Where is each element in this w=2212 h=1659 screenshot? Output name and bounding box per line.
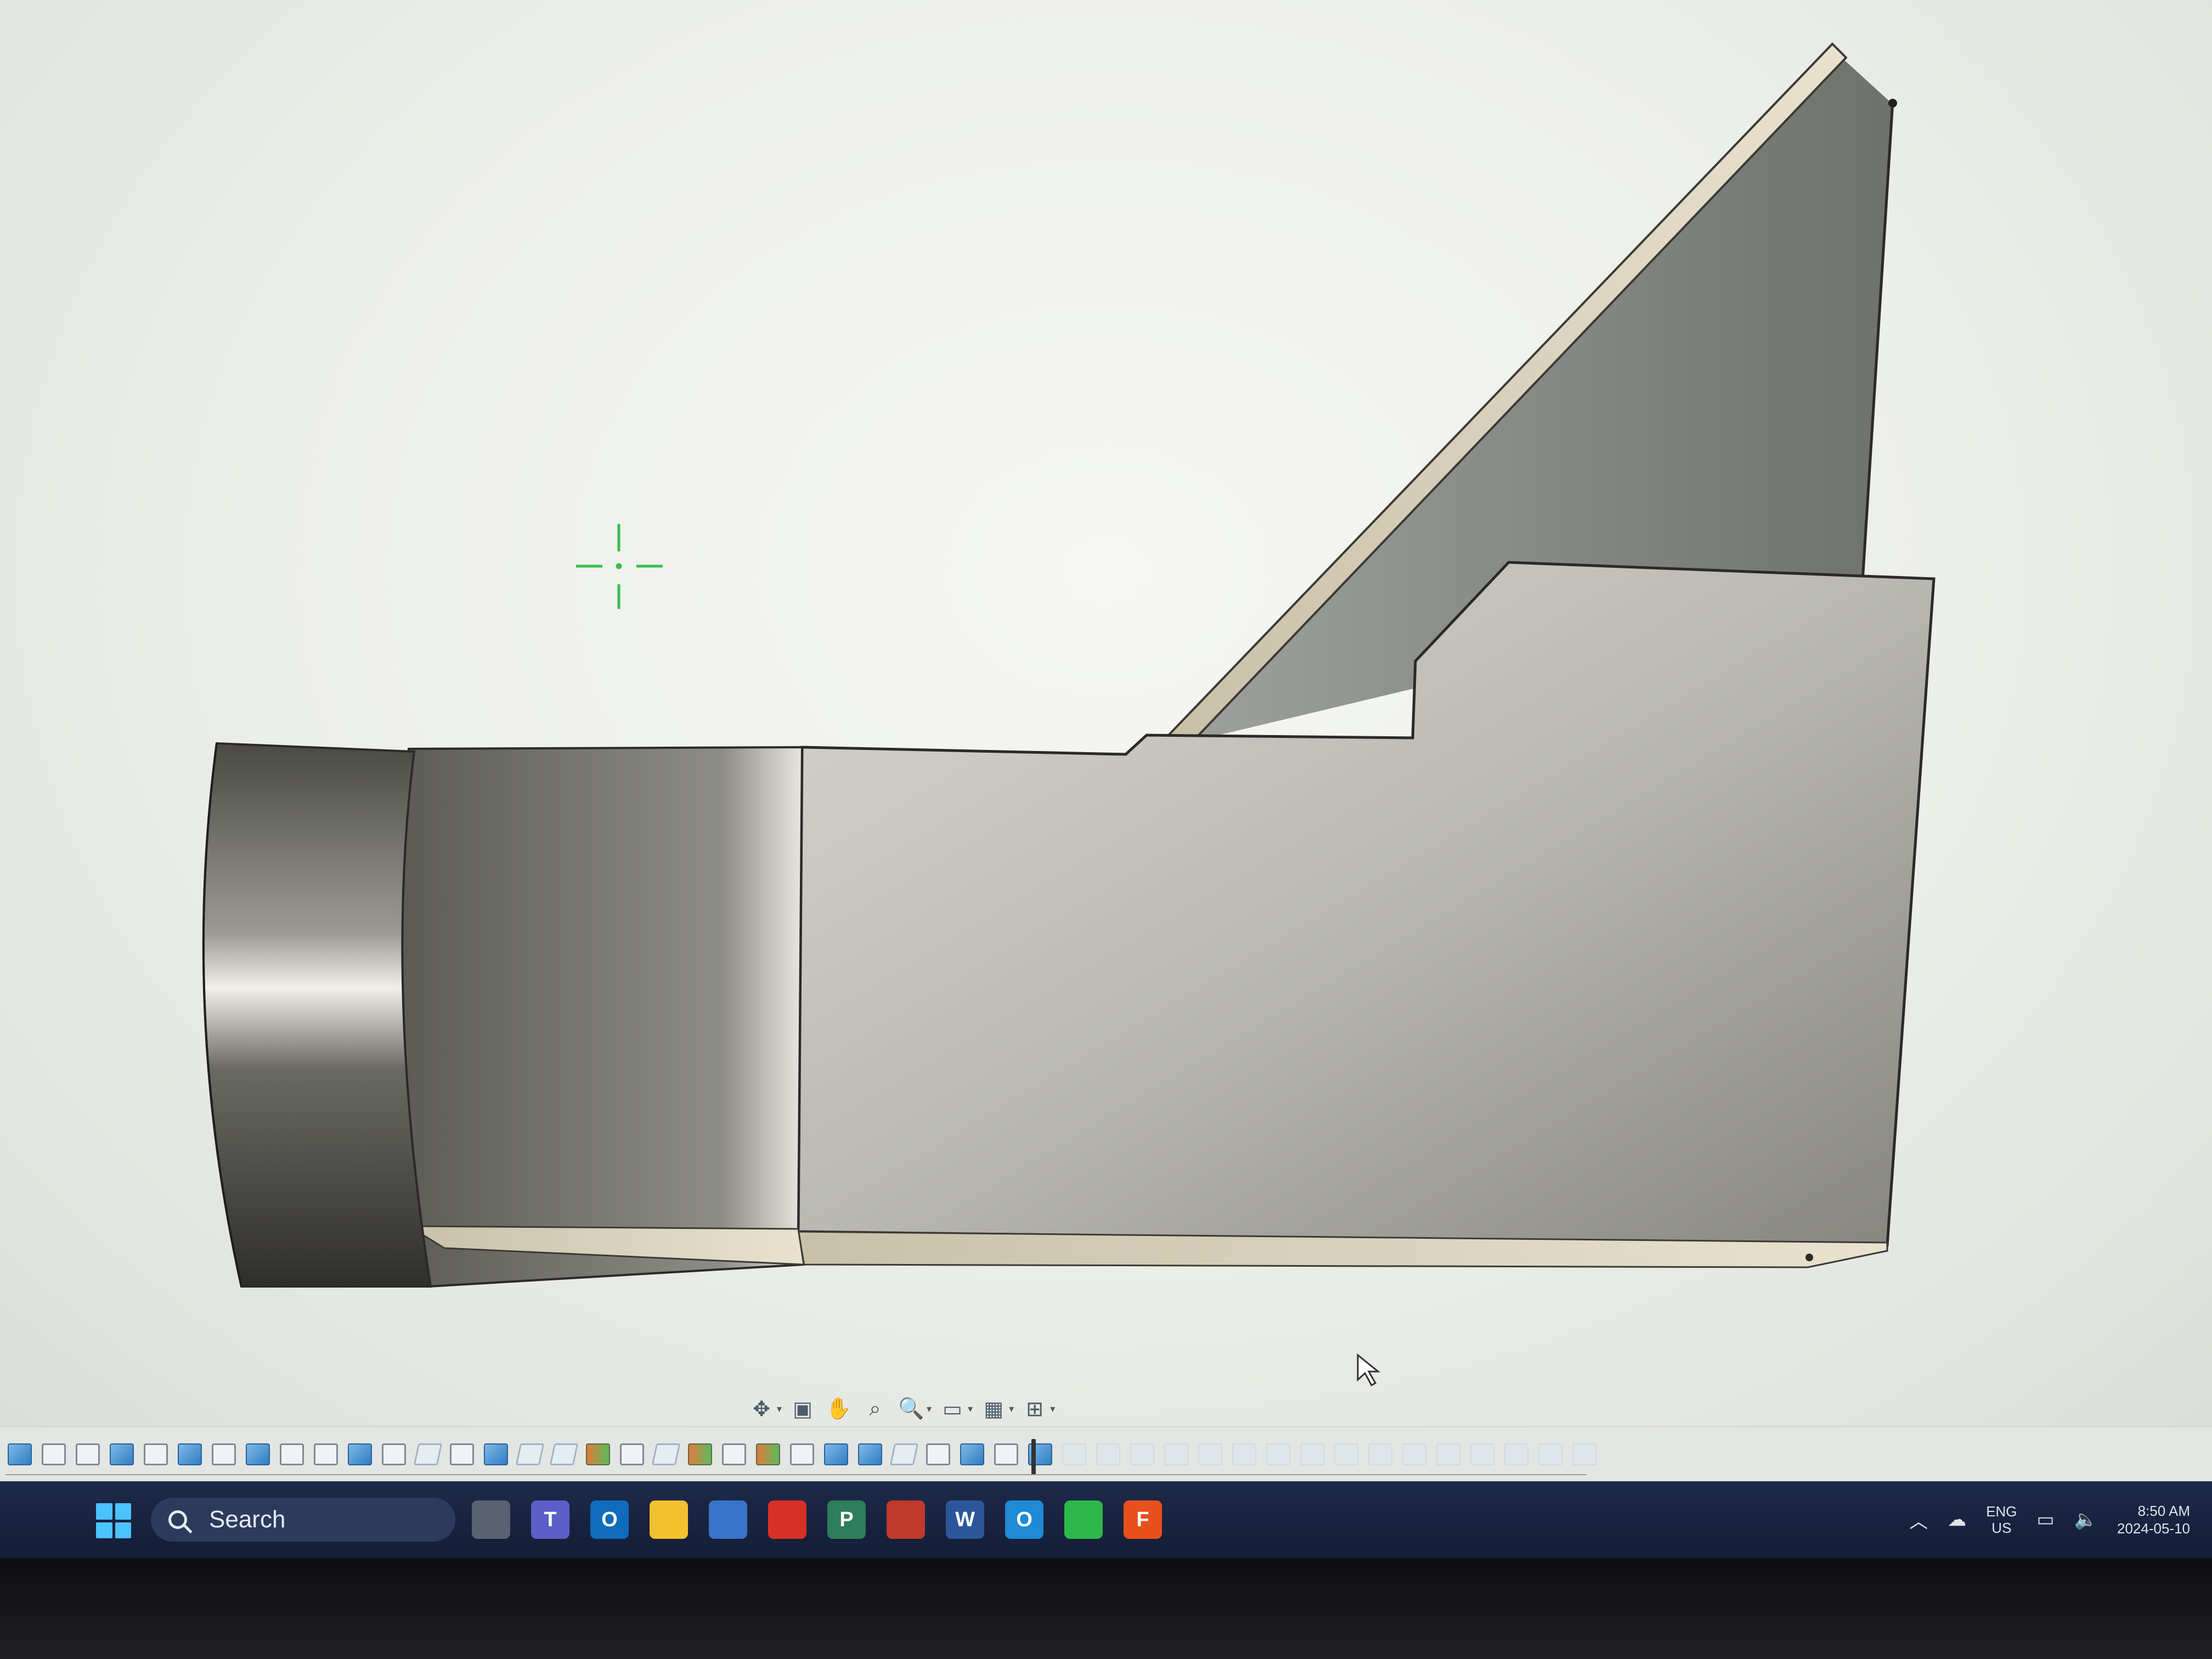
navigation-toolbar: ✥ ▾ ▣ ✋ ⌕ 🔍 ▾ ▭ ▾ ▦ ▾ ⊞ ▾ (746, 1392, 1055, 1425)
word-icon[interactable]: W (946, 1500, 984, 1539)
timeline-sketch-icon[interactable] (382, 1443, 406, 1465)
search-icon (168, 1510, 187, 1529)
timeline-suppressed-feature-icon[interactable] (1538, 1443, 1562, 1465)
timeline-extrude-icon[interactable] (484, 1443, 508, 1465)
timeline-suppressed-feature-icon[interactable] (1470, 1443, 1494, 1465)
language-indicator[interactable]: ENG US (1986, 1503, 2017, 1536)
timeline-sketch-icon[interactable] (144, 1443, 168, 1465)
timeline-sketch-icon[interactable] (994, 1443, 1018, 1465)
timeline-sketch-icon[interactable] (926, 1443, 950, 1465)
timeline-track (5, 1474, 1587, 1475)
3d-model[interactable] (0, 0, 2212, 1426)
3d-viewport[interactable]: ✥ ▾ ▣ ✋ ⌕ 🔍 ▾ ▭ ▾ ▦ ▾ ⊞ ▾ (0, 0, 2212, 1426)
timeline-suppressed-feature-icon[interactable] (1096, 1443, 1120, 1465)
search-label: Search (209, 1506, 286, 1533)
zoom-icon[interactable]: ⌕ (860, 1395, 890, 1423)
look-at-icon[interactable]: ▣ (787, 1395, 818, 1423)
pan-icon[interactable]: ✋ (823, 1395, 854, 1423)
cylinder-inlet[interactable] (202, 742, 432, 1288)
windows-taskbar: Search TOPWOF ︿ ☁ ENG US ▭ 🔈 8:50 AM 202… (0, 1481, 2212, 1558)
timeline-loft-icon[interactable] (586, 1443, 610, 1465)
origin-crosshair-icon (576, 524, 663, 609)
timeline-sketch-icon[interactable] (212, 1443, 236, 1465)
outlook-icon[interactable]: O (590, 1500, 629, 1539)
clock-time: 8:50 AM (2137, 1503, 2190, 1519)
chevron-down-icon[interactable]: ▾ (927, 1403, 932, 1415)
teams-icon[interactable]: T (531, 1500, 569, 1539)
timeline-sketch-icon[interactable] (450, 1443, 474, 1465)
volume-icon[interactable]: 🔈 (2074, 1509, 2097, 1531)
timeline-suppressed-feature-icon[interactable] (1334, 1443, 1358, 1465)
timeline-sketch-icon[interactable] (76, 1443, 100, 1465)
file-explorer-icon[interactable] (650, 1500, 688, 1539)
timeline-features (8, 1443, 1596, 1465)
timeline-suppressed-feature-icon[interactable] (1368, 1443, 1392, 1465)
timeline-suppressed-feature-icon[interactable] (1572, 1443, 1596, 1465)
timeline-suppressed-feature-icon[interactable] (1300, 1443, 1324, 1465)
timeline-extrude-icon[interactable] (348, 1443, 372, 1465)
clock-date: 2024-05-10 (2117, 1520, 2190, 1537)
project-icon[interactable]: P (827, 1500, 866, 1539)
chevron-down-icon[interactable]: ▾ (1009, 1403, 1014, 1415)
keyboard-layout: US (1991, 1520, 2012, 1536)
timeline-suppressed-feature-icon[interactable] (1402, 1443, 1426, 1465)
timeline-extrude-icon[interactable] (246, 1443, 270, 1465)
onedrive-icon[interactable]: ☁ (1948, 1509, 1966, 1531)
timeline-plane-icon[interactable] (515, 1443, 545, 1465)
monitor-bezel (0, 1558, 2212, 1659)
clock[interactable]: 8:50 AM 2024-05-10 (2117, 1502, 2190, 1537)
timeline-sketch-icon[interactable] (280, 1443, 304, 1465)
display-settings-icon[interactable]: ▭ (937, 1395, 968, 1423)
chevron-down-icon[interactable]: ▾ (1050, 1403, 1055, 1415)
zoom-window-icon[interactable]: 🔍 (896, 1395, 927, 1423)
timeline-plane-icon[interactable] (651, 1443, 681, 1465)
chevron-up-icon[interactable]: ︿ (1909, 1506, 1928, 1533)
timeline-extrude-icon[interactable] (178, 1443, 202, 1465)
timeline-sketch-icon[interactable] (790, 1443, 814, 1465)
timeline-loft-icon[interactable] (688, 1443, 712, 1465)
mouse-pointer-icon (1357, 1353, 1381, 1387)
timeline-plane-icon[interactable] (889, 1443, 919, 1465)
network-icon[interactable]: ▭ (2037, 1509, 2055, 1531)
timeline-sketch-icon[interactable] (620, 1443, 644, 1465)
system-tray: ︿ ☁ ENG US ▭ 🔈 8:50 AM 2024-05-10 (1909, 1492, 2190, 1547)
timeline-suppressed-feature-icon[interactable] (1062, 1443, 1086, 1465)
fusion-icon[interactable]: F (1124, 1500, 1162, 1539)
timeline-suppressed-feature-icon[interactable] (1198, 1443, 1222, 1465)
timeline-sketch-icon[interactable] (314, 1443, 338, 1465)
timeline-extrude-icon[interactable] (8, 1443, 32, 1465)
orbit-icon[interactable]: ✥ (746, 1395, 777, 1423)
chrome-icon[interactable] (768, 1500, 806, 1539)
store-icon[interactable] (709, 1500, 747, 1539)
timeline-plane-icon[interactable] (549, 1443, 579, 1465)
timeline-suppressed-feature-icon[interactable] (1232, 1443, 1256, 1465)
timeline-extrude-icon[interactable] (110, 1443, 134, 1465)
timeline-sketch-icon[interactable] (722, 1443, 746, 1465)
start-button[interactable] (96, 1503, 131, 1538)
timeline-suppressed-feature-icon[interactable] (1266, 1443, 1290, 1465)
transition-section[interactable] (393, 746, 805, 1288)
feature-timeline (0, 1426, 2212, 1482)
timeline-plane-icon[interactable] (413, 1443, 443, 1465)
timeline-suppressed-feature-icon[interactable] (1436, 1443, 1460, 1465)
timeline-sketch-icon[interactable] (42, 1443, 66, 1465)
timeline-loft-icon[interactable] (756, 1443, 780, 1465)
task-view-icon[interactable] (472, 1500, 510, 1539)
timeline-marker[interactable] (1031, 1439, 1036, 1475)
media-player-icon[interactable] (887, 1500, 925, 1539)
timeline-extrude-icon[interactable] (858, 1443, 882, 1465)
green-app-icon[interactable] (1064, 1500, 1103, 1539)
timeline-extrude-icon[interactable] (960, 1443, 984, 1465)
viewports-icon[interactable]: ⊞ (1019, 1395, 1050, 1423)
grid-icon[interactable]: ▦ (978, 1395, 1009, 1423)
chevron-down-icon[interactable]: ▾ (968, 1403, 973, 1415)
timeline-suppressed-feature-icon[interactable] (1164, 1443, 1188, 1465)
language-code: ENG (1986, 1503, 2017, 1520)
timeline-suppressed-feature-icon[interactable] (1130, 1443, 1154, 1465)
timeline-suppressed-feature-icon[interactable] (1504, 1443, 1528, 1465)
outlook-new-icon[interactable]: O (1005, 1500, 1043, 1539)
chevron-down-icon[interactable]: ▾ (777, 1403, 782, 1415)
timeline-extrude-icon[interactable] (824, 1443, 848, 1465)
taskbar-search[interactable]: Search (151, 1498, 455, 1542)
